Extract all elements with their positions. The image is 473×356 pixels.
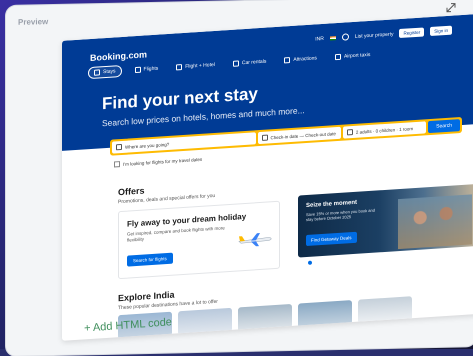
carousel-indicator[interactable] bbox=[308, 260, 312, 265]
flights-checkbox-label: I'm looking for flights for my travel da… bbox=[123, 156, 203, 167]
tab-stays[interactable]: Stays bbox=[88, 64, 122, 80]
date-picker[interactable]: Check-in date — Check-out date bbox=[257, 126, 341, 145]
top-bar-actions: INR List your property Register Sign in bbox=[315, 25, 452, 44]
tab-car-rentals[interactable]: Car rentals bbox=[228, 55, 271, 70]
guests-selector[interactable]: 2 adults · 0 children · 1 room bbox=[342, 121, 427, 139]
tab-label: Flight + Hotel bbox=[185, 61, 215, 70]
offer-description: Save 15% or more when you book and stay … bbox=[306, 207, 375, 223]
tab-label: Attractions bbox=[293, 55, 317, 63]
register-button[interactable]: Register bbox=[399, 27, 425, 39]
car-icon bbox=[232, 60, 239, 67]
language-flag-icon[interactable] bbox=[329, 35, 336, 41]
calendar-icon bbox=[261, 134, 268, 141]
tab-label: Flights bbox=[143, 65, 159, 73]
booking-logo[interactable]: Booking.com bbox=[90, 49, 147, 63]
currency-selector[interactable]: INR bbox=[315, 35, 324, 42]
travelers-photo bbox=[398, 194, 472, 250]
help-icon[interactable] bbox=[341, 33, 349, 41]
offer-card-getaway: Seize the moment Save 15% or more when y… bbox=[298, 183, 473, 258]
preview-card: Preview Booking.com INR List your proper… bbox=[6, 0, 473, 356]
taxi-icon bbox=[334, 53, 341, 61]
tab-attractions[interactable]: Attractions bbox=[279, 52, 322, 67]
tab-label: Airport taxis bbox=[343, 51, 371, 60]
destination-placeholder: Where are you going? bbox=[125, 141, 170, 150]
destination-card[interactable] bbox=[238, 303, 292, 332]
find-getaway-deals-button[interactable]: Find Getaway Deals bbox=[306, 231, 357, 247]
list-property-link[interactable]: List your property bbox=[355, 31, 394, 39]
person-icon bbox=[346, 129, 353, 136]
expand-icon[interactable] bbox=[446, 3, 456, 13]
flights-checkbox[interactable] bbox=[114, 161, 120, 168]
tab-airport-taxis[interactable]: Airport taxis bbox=[330, 49, 375, 64]
search-flights-button[interactable]: Search for flights bbox=[127, 252, 173, 267]
search-button[interactable]: Search bbox=[428, 119, 460, 134]
offer-title: Fly away to your dream holiday bbox=[127, 211, 247, 229]
preview-label: Preview bbox=[18, 17, 49, 27]
guests-label: 2 adults · 0 children · 1 room bbox=[355, 125, 414, 135]
offer-title: Seize the moment bbox=[306, 199, 358, 210]
bed-icon bbox=[116, 143, 122, 151]
offer-card-flights: Fly away to your dream holiday Get inspi… bbox=[118, 200, 280, 280]
airplane-illustration-icon bbox=[238, 233, 272, 247]
destination-card[interactable] bbox=[358, 296, 412, 324]
flights-checkbox-row[interactable]: I'm looking for flights for my travel da… bbox=[114, 156, 202, 168]
bed-icon bbox=[94, 69, 100, 76]
booking-site-preview: Booking.com INR List your property Regis… bbox=[62, 13, 473, 341]
tab-flights[interactable]: Flights bbox=[130, 62, 164, 76]
offers-title: Offers bbox=[118, 185, 145, 198]
destination-card[interactable] bbox=[298, 300, 352, 328]
plane-hotel-icon bbox=[176, 64, 183, 71]
attractions-icon bbox=[284, 57, 291, 64]
offer-description: Get inspired, compare and book flights w… bbox=[127, 225, 225, 243]
date-label: Check-in date — Check-out date bbox=[270, 130, 336, 140]
tab-flight-hotel[interactable]: Flight + Hotel bbox=[171, 59, 220, 74]
sign-in-button[interactable]: Sign in bbox=[430, 25, 452, 37]
destination-card[interactable] bbox=[178, 307, 232, 336]
tab-label: Stays bbox=[103, 68, 116, 76]
tab-label: Car rentals bbox=[241, 58, 267, 67]
plane-icon bbox=[134, 66, 141, 74]
